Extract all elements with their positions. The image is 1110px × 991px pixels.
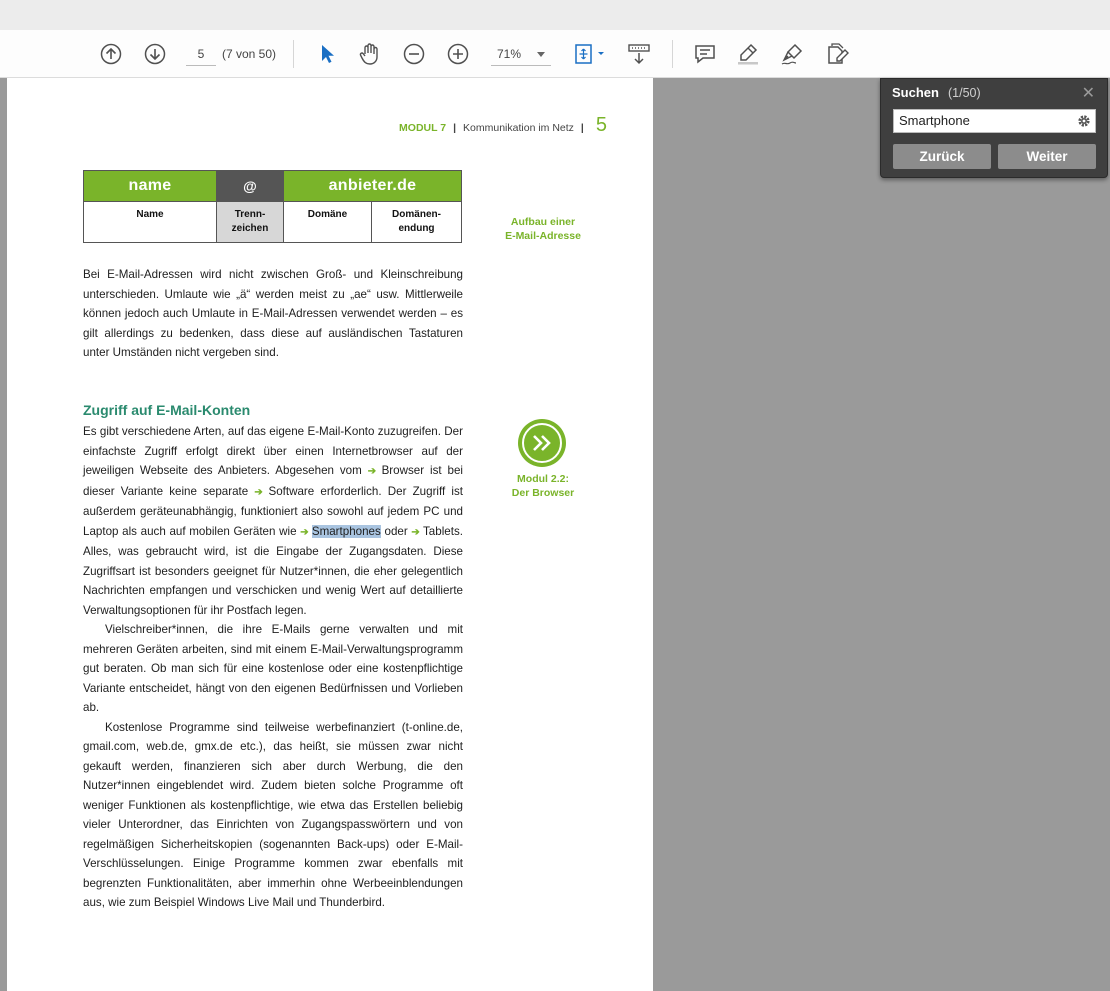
table-cell-domain-ending: Domänen- endung bbox=[371, 201, 462, 243]
email-part-at: @ bbox=[216, 170, 284, 202]
page-header: MODUL 7 | Kommunikation im Netz | 5 bbox=[399, 114, 607, 136]
close-icon[interactable]: ✕ bbox=[1082, 83, 1095, 103]
title-bar bbox=[0, 0, 1110, 30]
sign-icon[interactable] bbox=[779, 30, 805, 78]
email-address-table: name @ anbieter.de Name Trenn- zeichen D… bbox=[83, 170, 462, 243]
zoom-select[interactable]: 71% bbox=[491, 42, 551, 66]
module-label: MODUL 7 bbox=[399, 122, 447, 134]
paragraph-free-programs: Kostenlose Programme sind teilweise werb… bbox=[83, 720, 463, 910]
toolbar-divider bbox=[672, 40, 673, 68]
search-highlight: Smartphones bbox=[311, 524, 381, 538]
zoom-out-icon[interactable] bbox=[401, 30, 427, 78]
page-down-icon[interactable] bbox=[142, 30, 168, 78]
cross-reference-arrow-icon: ➔ bbox=[254, 486, 269, 498]
gear-icon[interactable] bbox=[1076, 113, 1092, 136]
zoom-in-icon[interactable] bbox=[445, 30, 471, 78]
side-note-email-structure: Aufbau einer E-Mail-Adresse bbox=[505, 216, 581, 242]
paragraph-umlauts: Bei E-Mail-Adressen wird nicht zwischen … bbox=[83, 268, 463, 359]
cross-reference-arrow-icon: ➔ bbox=[411, 526, 424, 538]
side-note-browser-module: Modul 2.2: Der Browser bbox=[511, 473, 575, 499]
table-cell-domain: Domäne bbox=[283, 201, 372, 243]
previous-match-button[interactable]: Zurück bbox=[893, 144, 991, 169]
cross-reference-arrow-icon: ➔ bbox=[300, 526, 312, 538]
document-page: MODUL 7 | Kommunikation im Netz | 5 name… bbox=[7, 78, 653, 991]
chevron-down-icon bbox=[537, 52, 545, 57]
toolbar: 5 (7 von 50) 71% bbox=[0, 30, 1110, 78]
paragraph-access: Es gibt verschiedene Arten, auf das eige… bbox=[83, 422, 463, 913]
table-cell-separator: Trenn- zeichen bbox=[216, 201, 284, 243]
left-margin bbox=[0, 78, 7, 991]
page-count: (7 von 50) bbox=[222, 47, 277, 61]
find-match-count: (1/50) bbox=[948, 86, 981, 100]
fit-page-icon[interactable] bbox=[572, 30, 608, 78]
module-link-icon[interactable] bbox=[518, 419, 566, 467]
search-input[interactable]: Smartphone bbox=[893, 109, 1096, 133]
fill-sign-icon[interactable] bbox=[823, 30, 851, 78]
scroll-mode-icon[interactable] bbox=[626, 30, 652, 78]
cross-reference-arrow-icon: ➔ bbox=[367, 466, 382, 477]
email-part-domain: anbieter.de bbox=[283, 170, 462, 202]
next-match-button[interactable]: Weiter bbox=[998, 144, 1096, 169]
highlight-icon[interactable] bbox=[735, 30, 761, 78]
page-number-input[interactable]: 5 bbox=[186, 42, 216, 66]
paragraph-power-users: Vielschreiber*innen, die ihre E-Mails ge… bbox=[83, 623, 463, 714]
comment-icon[interactable] bbox=[692, 30, 718, 78]
hand-icon[interactable] bbox=[357, 30, 383, 78]
page-up-icon[interactable] bbox=[98, 30, 124, 78]
select-arrow-icon[interactable] bbox=[316, 30, 338, 78]
find-panel: Suchen (1/50) ✕ Smartphone Zurück Weiter bbox=[880, 78, 1108, 178]
email-part-name: name bbox=[83, 170, 217, 202]
page-number: 5 bbox=[595, 114, 607, 136]
section-heading: Zugriff auf E-Mail-Konten bbox=[83, 402, 251, 418]
toolbar-divider bbox=[293, 40, 294, 68]
table-cell-name: Name bbox=[83, 201, 217, 243]
section-label: Kommunikation im Netz bbox=[463, 122, 574, 134]
find-title: Suchen bbox=[892, 85, 939, 100]
zoom-value: 71% bbox=[497, 47, 522, 61]
